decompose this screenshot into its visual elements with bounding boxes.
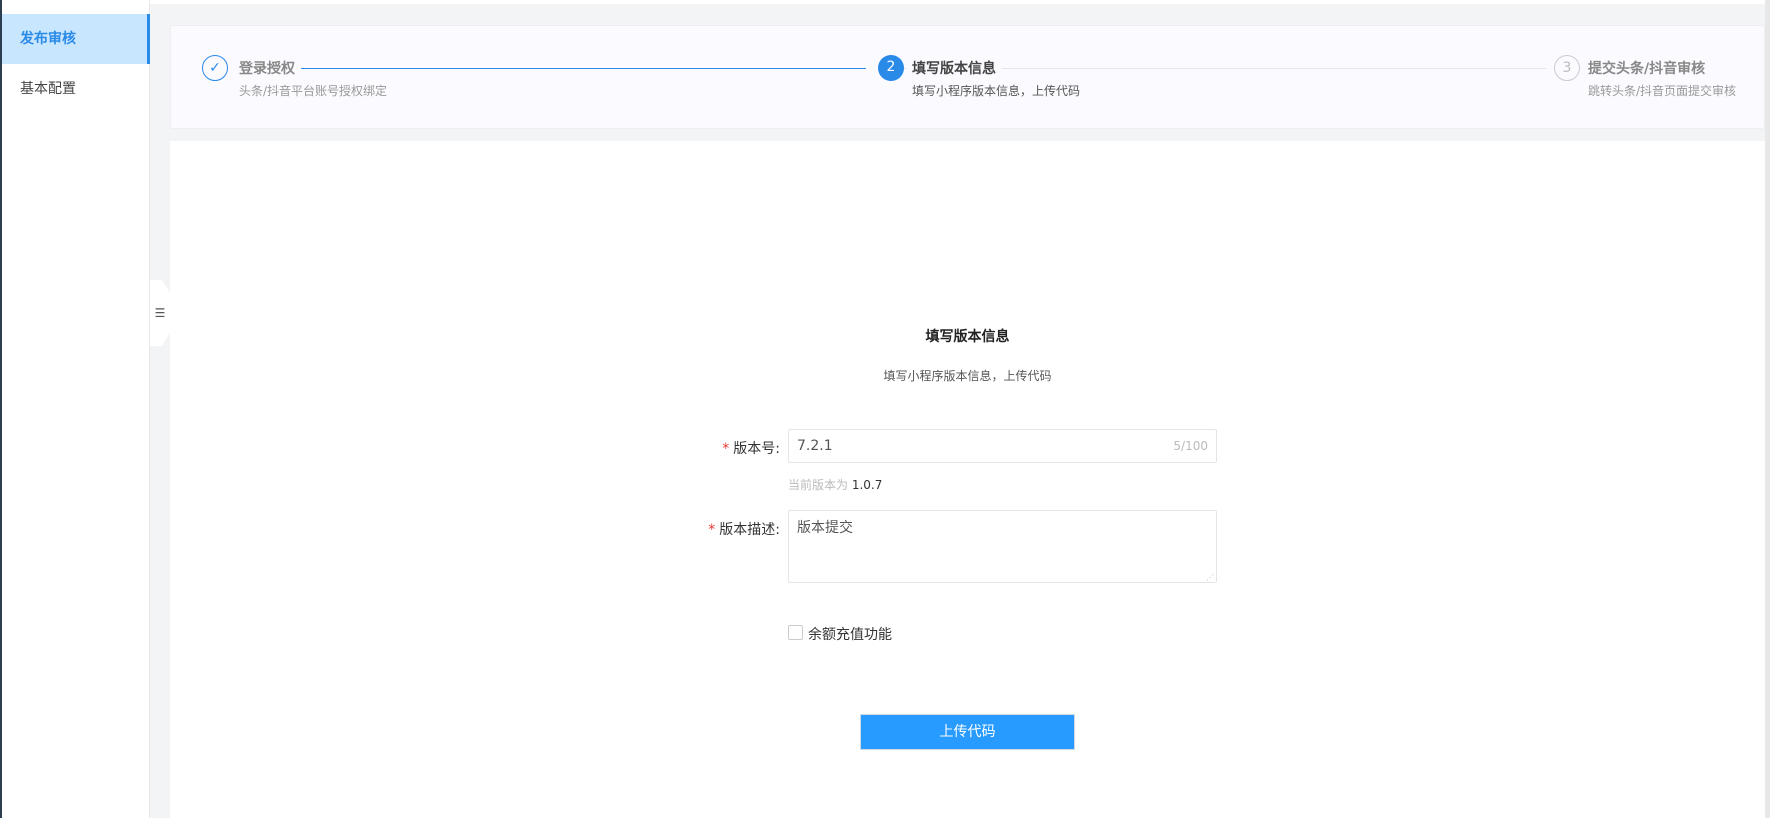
upload-code-button[interactable]: 上传代码 [860,714,1075,750]
form-panel: 填写版本信息 填写小程序版本信息，上传代码 * 版本号: 7.2.1 5/100 … [170,141,1765,818]
sidebar-item-basic-config[interactable]: 基本配置 [2,64,150,114]
resize-handle-icon[interactable]: ⋰ [1206,573,1214,582]
description-value: 版本提交 [797,520,853,536]
current-version-value: 1.0.7 [851,478,883,492]
step-3-title: 提交头条/抖音审核 [1582,58,1712,78]
step-1-desc: 头条/抖音平台账号授权绑定 [239,84,388,98]
collapse-sidebar-button[interactable]: ☰ [150,280,170,346]
version-label: * 版本号: [670,438,780,458]
desc-label-text: 版本描述: [719,522,780,538]
step-1-check-icon: ✓ [202,55,228,81]
current-version-hint: 当前版本为 1.0.7 [788,476,882,493]
sidebar-item-publish-review[interactable]: 发布审核 [2,14,150,64]
required-mark: * [708,522,716,538]
step-2-number: 2 [878,55,904,81]
step-2-desc: 填写小程序版本信息，上传代码 [912,84,1081,98]
step-1-title: 登录授权 [233,58,301,78]
menu-fold-icon: ☰ [154,306,166,320]
step-3-number: 3 [1554,55,1580,81]
current-version-prefix: 当前版本为 [788,478,849,492]
sidebar: 发布审核 基本配置 [0,0,150,818]
top-bar [150,0,1770,4]
steps-bar: ✓ 登录授权 头条/抖音平台账号授权绑定 2 填写版本信息 填写小程序版本信息，… [170,25,1765,129]
desc-label: * 版本描述: [670,519,780,539]
version-char-count: 5/100 [1173,439,1208,453]
version-label-text: 版本号: [733,441,780,457]
required-mark: * [722,441,730,457]
description-textarea[interactable]: 版本提交 ⋰ [788,510,1217,583]
step-3-desc: 跳转头条/抖音页面提交审核 [1588,84,1737,98]
step-2-title: 填写版本信息 [906,58,1002,78]
recharge-checkbox-label[interactable]: 余额充值功能 [808,624,892,644]
version-input-value: 7.2.1 [797,438,833,454]
version-input[interactable]: 7.2.1 5/100 [788,429,1217,463]
form-subtitle: 填写小程序版本信息，上传代码 [883,369,1052,383]
recharge-checkbox[interactable] [788,625,803,640]
scrollbar[interactable] [1765,0,1770,818]
step-connector-done [266,68,866,69]
form-title: 填写版本信息 [925,329,1010,345]
